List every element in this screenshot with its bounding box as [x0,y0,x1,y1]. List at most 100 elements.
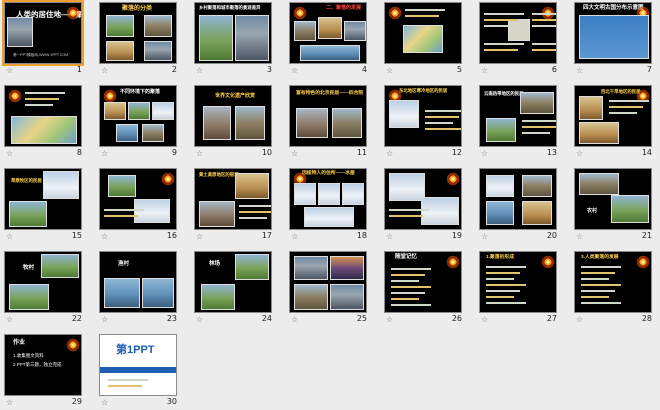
transition-star-icon[interactable]: ☆ [6,149,13,158]
transition-star-icon[interactable]: ☆ [291,149,298,158]
slide-thumbnail-3[interactable]: 乡村聚落和城市聚落的景观差异 ☆ 3 [194,2,274,77]
slide-photo [106,41,134,61]
slide-thumbnail-19[interactable]: ☆ 19 [384,168,464,243]
city-photo [7,17,33,47]
slide-thumbnail-30[interactable]: 第1PPT ☆ 30 [99,334,179,409]
slide-thumbnail-29[interactable]: 作业 1.收集图文资料 2.PPT第三题，独立完成 ☆ 29 [4,334,84,409]
transition-star-icon[interactable]: ☆ [291,232,298,241]
transition-star-icon[interactable]: ☆ [6,66,13,75]
transition-star-icon[interactable]: ☆ [576,66,583,75]
transition-star-icon[interactable]: ☆ [386,66,393,75]
transition-star-icon[interactable]: ☆ [196,232,203,241]
slide-photo [144,15,172,37]
transition-star-icon[interactable]: ☆ [386,315,393,324]
slide-preview[interactable]: 富有特色的北京民居——四合院 [289,85,367,147]
slide-title: 农村 [587,208,598,214]
slide-preview[interactable]: 作业 1.收集图文资料 2.PPT第三题，独立完成 [4,334,82,396]
transition-star-icon[interactable]: ☆ [196,315,203,324]
transition-star-icon[interactable]: ☆ [101,315,108,324]
slide-preview[interactable]: 因纽特人的住所——冰屋 [289,168,367,230]
text-line [405,15,439,17]
transition-star-icon[interactable]: ☆ [576,315,583,324]
slide-preview[interactable] [384,2,462,64]
slide-thumbnail-25[interactable]: ☆ 25 [289,251,369,326]
transition-star-icon[interactable]: ☆ [481,315,488,324]
transition-star-icon[interactable]: ☆ [291,66,298,75]
slide-thumbnail-14[interactable]: 西北干旱地区的民居 ☆ 14 [574,85,654,160]
slide-thumbnail-23[interactable]: 渔村 ☆ 23 [99,251,179,326]
slide-preview[interactable]: 世界文化遗产欣赏 [194,85,272,147]
slide-thumbnail-18[interactable]: 因纽特人的住所——冰屋 ☆ 18 [289,168,369,243]
transition-star-icon[interactable]: ☆ [6,315,13,324]
slide-preview[interactable]: 草原牧区的民居 [4,168,82,230]
slide-thumbnail-4[interactable]: 二、聚落的发展 ☆ 4 [289,2,369,77]
text-line [25,92,65,94]
slide-preview[interactable]: 西北干旱地区的民居 [574,85,652,147]
slide-preview[interactable] [4,85,82,147]
slide-preview[interactable] [479,2,557,64]
transition-star-icon[interactable]: ☆ [101,66,108,75]
slide-preview[interactable]: 林场 [194,251,272,313]
slide-preview[interactable] [99,168,177,230]
slide-preview[interactable]: 1.聚落的形成 [479,251,557,313]
slide-thumbnail-17[interactable]: 黄土高原地区的窑洞 ☆ 17 [194,168,274,243]
transition-star-icon[interactable]: ☆ [101,149,108,158]
transition-star-icon[interactable]: ☆ [481,66,488,75]
slide-thumbnail-8[interactable]: ☆ 8 [4,85,84,160]
slide-preview[interactable] [479,168,557,230]
slide-thumbnail-28[interactable]: 3.人类聚落的发展 ☆ 28 [574,251,654,326]
transition-star-icon[interactable]: ☆ [481,232,488,241]
slide-thumbnail-11[interactable]: 富有特色的北京民居——四合院 ☆ 11 [289,85,369,160]
slide-thumbnail-20[interactable]: ☆ 20 [479,168,559,243]
slide-preview[interactable]: 四大文明古国分布示意图 [574,2,652,64]
slide-thumbnail-15[interactable]: 草原牧区的民居 ☆ 15 [4,168,84,243]
transition-star-icon[interactable]: ☆ [101,398,108,407]
transition-star-icon[interactable]: ☆ [576,149,583,158]
world-map [579,15,649,59]
slide-thumbnail-12[interactable]: 东北地区寒冷地区的民居 ☆ 12 [384,85,464,160]
slide-thumbnail-21[interactable]: 农村 ☆ 21 [574,168,654,243]
slide-preview[interactable]: 东北地区寒冷地区的民居 [384,85,462,147]
slide-thumbnail-27[interactable]: 1.聚落的形成 ☆ 27 [479,251,559,326]
slide-preview[interactable]: 农村 [574,168,652,230]
slide-preview[interactable]: 随堂记忆 [384,251,462,313]
slide-preview[interactable]: 第1PPT [99,334,177,396]
slide-thumbnail-16[interactable]: ☆ 16 [99,168,179,243]
slide-thumbnail-24[interactable]: 林场 ☆ 24 [194,251,274,326]
transition-star-icon[interactable]: ☆ [196,149,203,158]
transition-star-icon[interactable]: ☆ [291,315,298,324]
slide-preview[interactable]: 3.人类聚落的发展 [574,251,652,313]
slide-thumbnail-5[interactable]: ☆ 5 [384,2,464,77]
slide-preview[interactable]: 聚落的分类 [99,2,177,64]
slide-thumbnail-26[interactable]: 随堂记忆 ☆ 26 [384,251,464,326]
slide-thumbnail-13[interactable]: 云南热带地区的民居 ☆ 13 [479,85,559,160]
slide-preview[interactable]: 渔村 [99,251,177,313]
transition-star-icon[interactable]: ☆ [481,149,488,158]
slide-preview[interactable]: 牧村 [4,251,82,313]
transition-star-icon[interactable]: ☆ [6,398,13,407]
footer-band [100,367,176,373]
slide-preview[interactable]: 不同环境下的聚落 [99,85,177,147]
slide-thumbnail-2[interactable]: 聚落的分类 ☆ 2 [99,2,179,77]
slide-preview[interactable] [384,168,462,230]
transition-star-icon[interactable]: ☆ [196,66,203,75]
slide-number: 11 [356,148,367,157]
slide-preview[interactable]: 黄土高原地区的窑洞 [194,168,272,230]
slide-thumbnail-1[interactable]: 人类的居住地——聚落第一PPT模板网-WWW.1PPT.COM☆ 1 [2,0,84,77]
slide-preview[interactable] [289,251,367,313]
transition-star-icon[interactable]: ☆ [386,232,393,241]
transition-star-icon[interactable]: ☆ [576,232,583,241]
slide-thumbnail-9[interactable]: 不同环境下的聚落 ☆ 9 [99,85,179,160]
slide-preview[interactable]: 人类的居住地——聚落第一PPT模板网-WWW.1PPT.COM [2,0,84,66]
slide-thumbnail-7[interactable]: 四大文明古国分布示意图 ☆ 7 [574,2,654,77]
transition-star-icon[interactable]: ☆ [386,149,393,158]
transition-star-icon[interactable]: ☆ [6,232,13,241]
slide-thumbnail-10[interactable]: 世界文化遗产欣赏 ☆ 10 [194,85,274,160]
slide-thumbnail-6[interactable]: ☆ 6 [479,2,559,77]
slide-preview[interactable]: 二、聚落的发展 [289,2,367,64]
slide-thumbnail-22[interactable]: 牧村 ☆ 22 [4,251,84,326]
transition-star-icon[interactable]: ☆ [101,232,108,241]
slide-preview[interactable]: 乡村聚落和城市聚落的景观差异 [194,2,272,64]
slide-preview[interactable]: 云南热带地区的民居 [479,85,557,147]
slide-sorter: 人类的居住地——聚落第一PPT模板网-WWW.1PPT.COM☆1聚落的分类 ☆2… [0,0,660,410]
